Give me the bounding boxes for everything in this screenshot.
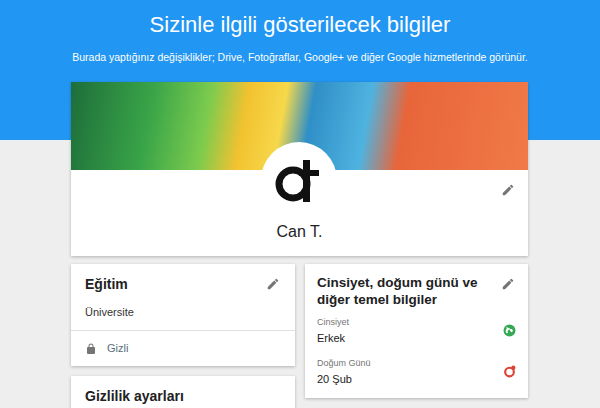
- field-text: Cinsiyet Erkek: [317, 316, 349, 345]
- field-value: 20 Şub: [317, 372, 371, 386]
- education-card: EğitimÜniversite Gizli: [71, 264, 295, 366]
- basics-field: Doğum Günü 20 Şub: [317, 357, 516, 386]
- left-column: EğitimÜniversite Gizli Gizlilik ayarları: [71, 264, 295, 408]
- basics-title: Cinsiyet, doğum günü ve diğer temel bilg…: [317, 274, 494, 308]
- field-value: Erkek: [317, 331, 349, 345]
- privacy-card-title: Gizlilik ayarları: [85, 387, 281, 405]
- field-label: Doğum Günü: [317, 357, 371, 369]
- page-subtitle: Burada yaptığınız değişiklikler; Drive, …: [0, 51, 600, 64]
- education-header: Eğitim: [71, 264, 295, 293]
- field-text: Doğum Günü 20 Şub: [317, 357, 371, 386]
- page-title: Sizinle ilgili gösterilecek bilgiler: [0, 11, 600, 39]
- info-grid: EğitimÜniversite Gizli Gizlilik ayarları Ci…: [71, 264, 528, 408]
- education-title: Eğitim: [85, 275, 128, 293]
- education-value: Üniversite: [71, 293, 295, 330]
- privacy-label: Gizli: [107, 340, 128, 357]
- logo-icon: [269, 150, 329, 210]
- lock-icon: [85, 343, 97, 355]
- privacy-card: Gizlilik ayarları: [71, 376, 295, 408]
- circles-icon[interactable]: [502, 365, 516, 379]
- edit-icon[interactable]: [265, 276, 281, 292]
- profile-name: Can T.: [71, 222, 528, 242]
- profile-body: Can T.: [71, 170, 528, 256]
- basics-card: Cinsiyet, doğum günü ve diğer temel bilg…: [305, 264, 528, 398]
- edit-icon[interactable]: [500, 182, 516, 198]
- field-label: Cinsiyet: [317, 316, 349, 328]
- profile-card: Can T.: [71, 82, 528, 256]
- globe-icon[interactable]: [502, 324, 516, 338]
- content: Can T. EğitimÜniversite Gizli Gizlilik ayar…: [71, 82, 528, 408]
- basics-field: Cinsiyet Erkek: [317, 316, 516, 345]
- basics-header: Cinsiyet, doğum günü ve diğer temel bilg…: [317, 274, 516, 308]
- privacy-row[interactable]: Gizli: [71, 330, 295, 366]
- avatar[interactable]: [261, 142, 337, 218]
- basics-fields: Cinsiyet Erkek Doğum Günü 20 Şub: [317, 316, 516, 386]
- edit-icon[interactable]: [500, 276, 516, 292]
